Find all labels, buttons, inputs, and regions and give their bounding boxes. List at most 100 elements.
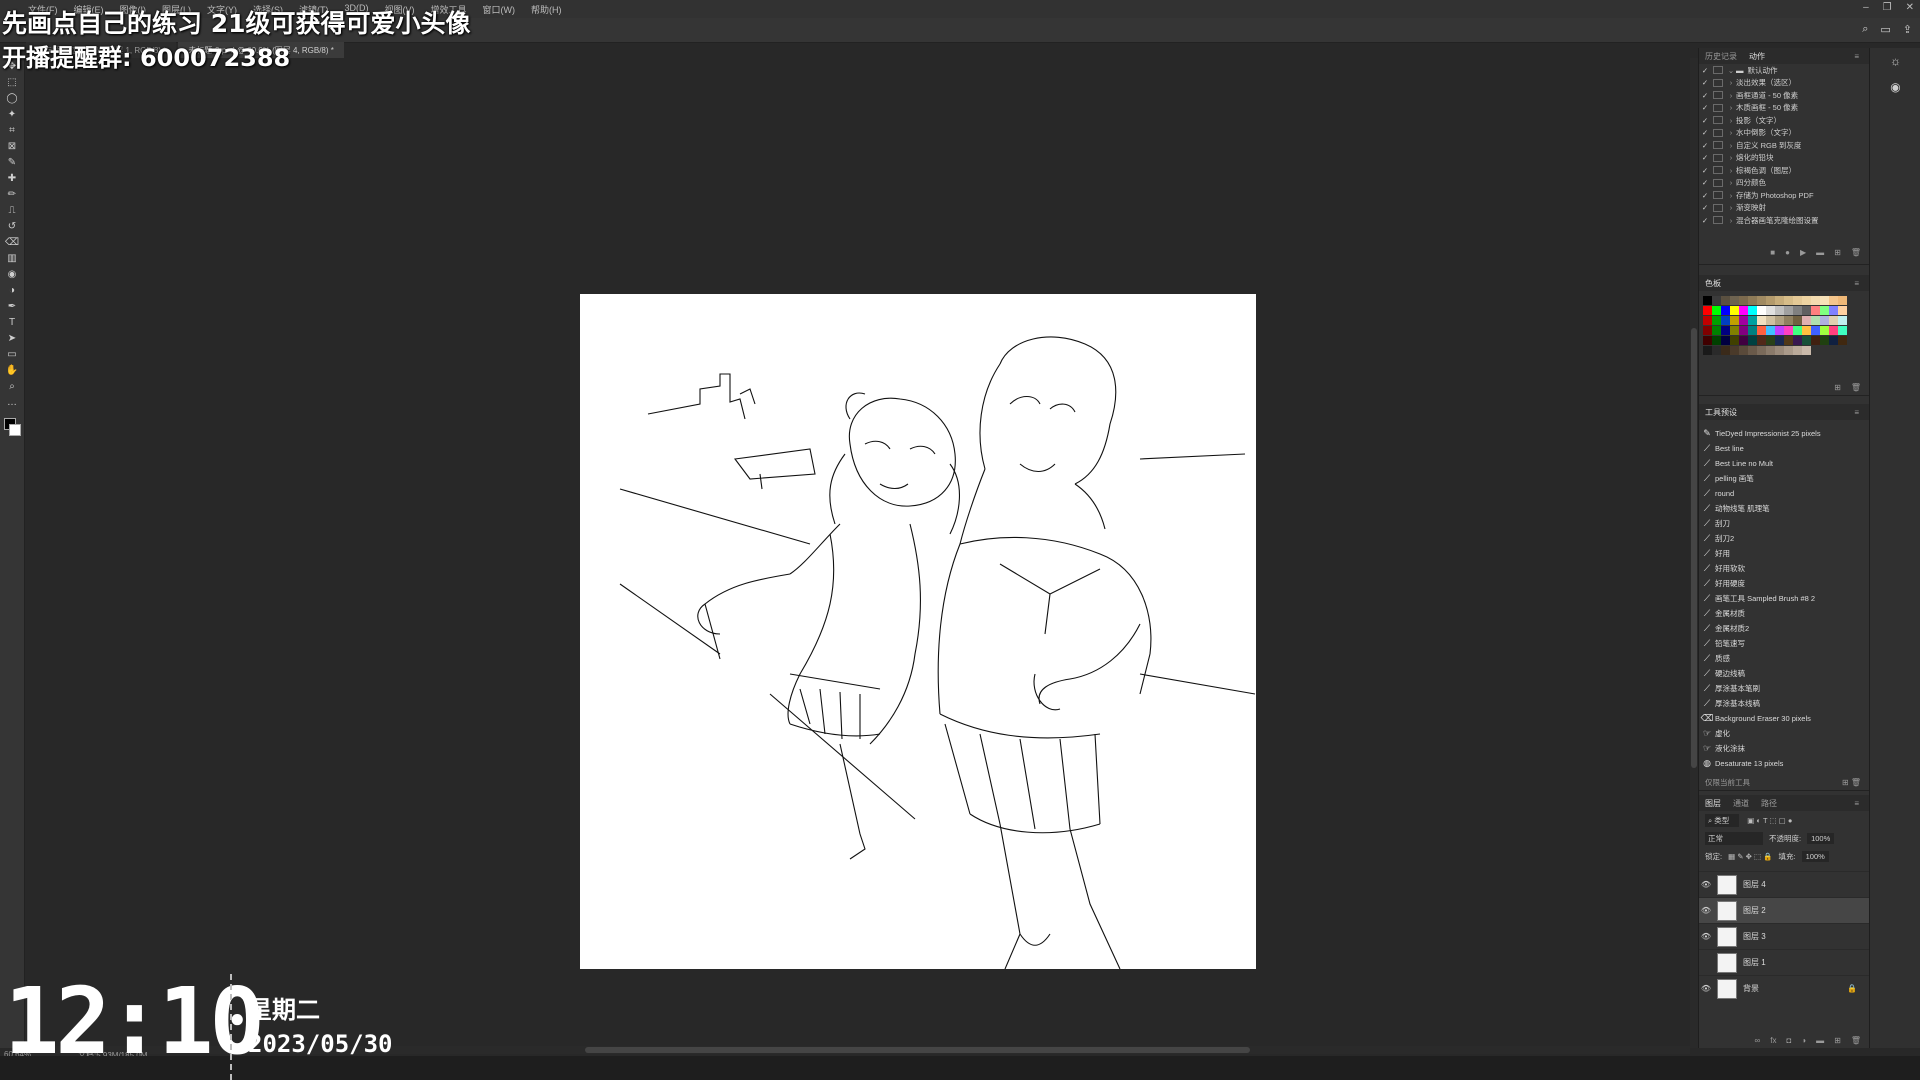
color-swatch[interactable] <box>1775 296 1784 305</box>
color-swatch[interactable] <box>1739 316 1748 325</box>
check-icon[interactable]: ✓ <box>1699 216 1711 225</box>
panel-menu-icon[interactable]: ≡ <box>1848 799 1865 808</box>
color-swatch[interactable] <box>1811 296 1820 305</box>
tool-preset-item[interactable]: ⟋ 厚涂基本笔刷 <box>1699 681 1869 696</box>
color-swatch[interactable] <box>1730 346 1739 355</box>
color-swatch[interactable] <box>1730 306 1739 315</box>
color-swatch[interactable] <box>1721 326 1730 335</box>
tool-preset-item[interactable]: ⟋ Best Line no Mult <box>1699 456 1869 471</box>
color-swatch[interactable] <box>1757 326 1766 335</box>
visibility-eye-icon[interactable]: 👁 <box>1699 906 1713 915</box>
dialog-toggle-icon[interactable] <box>1713 191 1723 200</box>
color-swatch[interactable] <box>1820 326 1829 335</box>
blend-mode-select[interactable]: 正常 <box>1705 831 1763 845</box>
quick-select-tool-icon[interactable]: ✦ <box>0 106 24 122</box>
play-icon[interactable]: ▶ <box>1800 248 1806 257</box>
adjustment-icon[interactable]: ◑ <box>1801 1036 1806 1045</box>
color-swatch[interactable] <box>1703 296 1712 305</box>
tool-preset-item[interactable]: ⟋ 金属材质2 <box>1699 621 1869 636</box>
horizontal-scroll-thumb[interactable] <box>585 1047 1250 1053</box>
color-swatch[interactable] <box>1712 296 1721 305</box>
tool-preset-item[interactable]: ⟋ Best line <box>1699 441 1869 456</box>
layer-row[interactable]: 👁 图层 2 <box>1699 897 1869 923</box>
layer-row[interactable]: 👁 图层 3 <box>1699 923 1869 949</box>
color-swatch[interactable] <box>1757 336 1766 345</box>
tab-paths[interactable]: 路径 <box>1755 798 1783 809</box>
marquee-tool-icon[interactable]: ⬚ <box>0 74 24 90</box>
brush-tool-icon[interactable]: ✏ <box>0 186 24 202</box>
tool-preset-item[interactable]: ⟋ 厚涂基本线稿 <box>1699 696 1869 711</box>
color-swatch[interactable] <box>1784 326 1793 335</box>
check-icon[interactable]: ✓ <box>1699 103 1711 112</box>
color-swatch[interactable] <box>1811 336 1820 345</box>
color-swatch[interactable] <box>1775 326 1784 335</box>
group-icon[interactable]: ▬ <box>1816 1036 1824 1045</box>
dodge-tool-icon[interactable]: ◑ <box>0 282 24 298</box>
artboard[interactable] <box>580 294 1256 970</box>
dialog-toggle-icon[interactable] <box>1713 153 1723 162</box>
dialog-toggle-icon[interactable] <box>1713 178 1723 187</box>
color-swatch[interactable] <box>1739 346 1748 355</box>
color-swatch[interactable] <box>1766 316 1775 325</box>
color-swatch[interactable] <box>1793 316 1802 325</box>
trash-icon[interactable]: 🗑 <box>1851 248 1861 257</box>
color-swatch-icon[interactable] <box>0 416 24 442</box>
color-swatch[interactable] <box>1748 346 1757 355</box>
dialog-toggle-icon[interactable] <box>1713 216 1723 225</box>
record-icon[interactable]: ● <box>1785 248 1790 257</box>
chevron-right-icon[interactable]: › <box>1726 128 1736 137</box>
color-swatch[interactable] <box>1829 336 1838 345</box>
color-swatch[interactable] <box>1802 336 1811 345</box>
dialog-toggle-icon[interactable] <box>1713 166 1723 175</box>
color-swatch[interactable] <box>1793 326 1802 335</box>
color-swatch[interactable] <box>1712 346 1721 355</box>
maximize-button[interactable]: ❐ <box>1883 2 1892 13</box>
layer-name[interactable]: 图层 1 <box>1743 957 1766 968</box>
color-swatch[interactable] <box>1721 296 1730 305</box>
check-icon[interactable]: ✓ <box>1699 153 1711 162</box>
mask-icon[interactable]: ◘ <box>1786 1036 1791 1045</box>
color-swatch[interactable] <box>1703 346 1712 355</box>
fill-field[interactable]: 100% <box>1801 850 1829 862</box>
color-swatch[interactable] <box>1802 326 1811 335</box>
tool-preset-item[interactable]: ⟋ 好用软软 <box>1699 561 1869 576</box>
check-icon[interactable]: ✓ <box>1699 66 1711 75</box>
color-swatch[interactable] <box>1721 336 1730 345</box>
action-item[interactable]: ✓ › 四分颜色 <box>1699 177 1869 190</box>
color-swatch[interactable] <box>1766 296 1775 305</box>
chevron-right-icon[interactable]: › <box>1726 141 1736 150</box>
trash-icon[interactable]: 🗑 <box>1851 1036 1861 1045</box>
color-swatch[interactable] <box>1721 346 1730 355</box>
background-color-icon[interactable] <box>9 424 21 436</box>
color-swatch[interactable] <box>1757 316 1766 325</box>
tool-preset-item[interactable]: ◍ Desaturate 13 pixels <box>1699 756 1869 771</box>
color-swatch[interactable] <box>1793 306 1802 315</box>
action-item[interactable]: ✓ › 画框通道 - 50 像素 <box>1699 89 1869 102</box>
workspace-icon[interactable]: ▭ <box>1880 23 1890 36</box>
color-swatch[interactable] <box>1802 306 1811 315</box>
chevron-right-icon[interactable]: › <box>1726 91 1736 100</box>
color-swatch[interactable] <box>1793 296 1802 305</box>
color-swatch[interactable] <box>1757 346 1766 355</box>
more-tools-icon[interactable]: … <box>0 394 24 410</box>
hand-tool-icon[interactable]: ✋ <box>0 362 24 378</box>
action-item[interactable]: ✓ › 存储为 Photoshop PDF <box>1699 189 1869 202</box>
check-icon[interactable]: ✓ <box>1699 141 1711 150</box>
layer-row[interactable]: 👁 图层 4 <box>1699 871 1869 897</box>
color-swatch[interactable] <box>1820 316 1829 325</box>
color-swatch[interactable] <box>1739 326 1748 335</box>
tab-actions[interactable]: 动作 <box>1743 51 1771 62</box>
color-swatch[interactable] <box>1757 296 1766 305</box>
color-swatch[interactable] <box>1802 296 1811 305</box>
action-item[interactable]: ✓ › 混合器画笔克隆绘图设置 <box>1699 214 1869 227</box>
menu-11[interactable]: 帮助(H) <box>531 3 562 16</box>
color-swatch[interactable] <box>1712 326 1721 335</box>
gradient-tool-icon[interactable]: ▥ <box>0 250 24 266</box>
color-swatch[interactable] <box>1703 306 1712 315</box>
stop-icon[interactable]: ■ <box>1770 248 1775 257</box>
vertical-scrollbar[interactable] <box>1690 58 1698 1048</box>
color-swatch[interactable] <box>1793 346 1802 355</box>
panel-menu-icon[interactable]: ≡ <box>1848 279 1865 288</box>
chevron-right-icon[interactable]: › <box>1726 103 1736 112</box>
layer-name[interactable]: 背景 <box>1743 983 1759 994</box>
